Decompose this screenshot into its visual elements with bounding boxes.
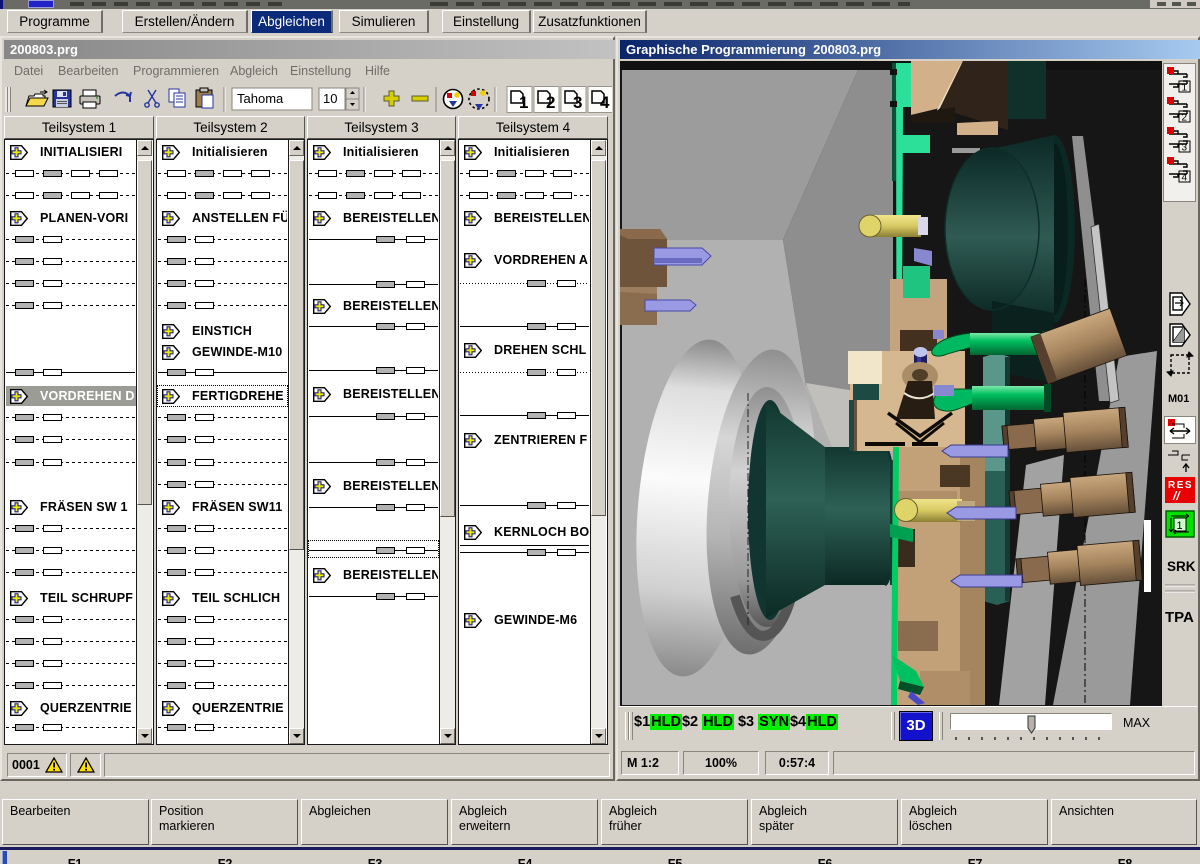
svg-text:TPA: TPA <box>1165 609 1194 626</box>
svg-text:2: 2 <box>1182 113 1188 124</box>
svg-text:RES: RES <box>1168 480 1193 491</box>
svg-text:1: 1 <box>1177 520 1183 532</box>
svg-text:SRK: SRK <box>1167 559 1196 574</box>
svg-text:1: 1 <box>1182 83 1188 94</box>
svg-text:Tahoma: Tahoma <box>237 91 284 106</box>
svg-text:M01: M01 <box>1168 393 1189 405</box>
svg-text:4: 4 <box>600 93 610 112</box>
svg-text:2: 2 <box>546 93 555 112</box>
svg-text:1: 1 <box>519 93 528 112</box>
svg-text:3: 3 <box>573 93 582 112</box>
svg-text:4: 4 <box>1182 173 1188 184</box>
svg-text:10: 10 <box>323 91 337 106</box>
svg-text:3: 3 <box>1182 143 1188 154</box>
